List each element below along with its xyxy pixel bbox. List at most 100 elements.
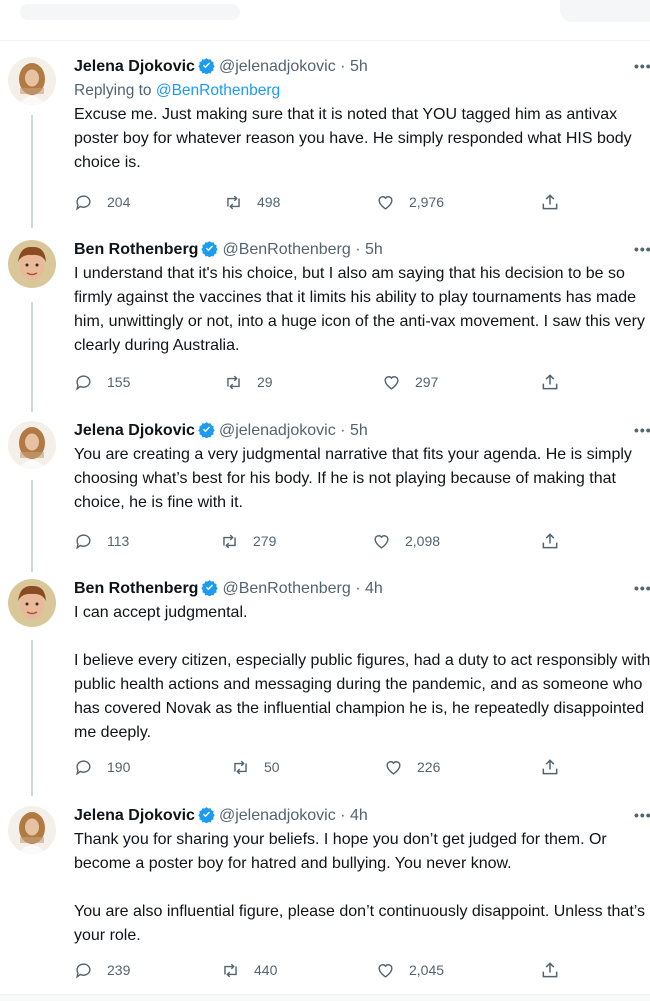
tweet-actions: 239 440 2,045 <box>74 960 574 980</box>
tweet-actions: 190 50 226 <box>74 757 574 777</box>
like-count: 2,976 <box>409 194 445 210</box>
retweet-button[interactable]: 498 <box>224 192 280 212</box>
timestamp[interactable]: 4h <box>365 580 383 597</box>
share-button[interactable] <box>540 960 560 980</box>
display-name[interactable]: Ben Rothenberg <box>74 241 198 258</box>
share-button[interactable] <box>540 531 560 551</box>
reply-button[interactable]: 204 <box>74 192 130 212</box>
tweet-text: I can accept judgmental. I believe every… <box>74 604 650 741</box>
share-button[interactable] <box>540 757 560 777</box>
like-button[interactable]: 2,976 <box>376 192 444 212</box>
retweet-icon <box>234 760 247 774</box>
tweet-actions: 204 498 2,976 <box>74 192 574 212</box>
timestamp[interactable]: 5h <box>365 241 383 258</box>
tweet-text: You are creating a very judgmental narra… <box>74 446 632 511</box>
verified-badge-icon <box>201 579 219 597</box>
retweet-count: 498 <box>257 194 281 210</box>
like-count: 226 <box>417 759 441 775</box>
reply-button[interactable]: 239 <box>74 960 130 980</box>
verified-badge-icon <box>198 421 215 439</box>
verified-badge-icon <box>201 240 219 258</box>
handle[interactable]: @jelenadjokovic <box>219 807 336 824</box>
avatar-ben[interactable] <box>8 240 56 288</box>
reply-button[interactable]: 113 <box>74 531 129 551</box>
thread-line <box>31 115 33 228</box>
like-button[interactable]: 2,045 <box>376 960 444 980</box>
reply-count: 204 <box>107 194 131 210</box>
tweet-header: Jelena Djokovic @jelenadjokovic · 5h <box>74 57 650 77</box>
reply-count: 155 <box>107 374 131 390</box>
separator-dot: · <box>340 422 346 439</box>
more-icon[interactable]: ••• <box>634 423 650 437</box>
like-count: 297 <box>415 374 439 390</box>
share-icon <box>542 194 558 210</box>
like-button[interactable]: 226 <box>384 757 440 777</box>
avatar-ben[interactable] <box>8 579 56 627</box>
blurred-header-corner <box>560 0 650 22</box>
replying-handle-link[interactable]: @BenRothenberg <box>156 82 280 99</box>
display-name[interactable]: Jelena Djokovic <box>74 58 195 75</box>
tweet-actions: 155 29 297 <box>74 372 574 392</box>
timestamp[interactable]: 5h <box>350 422 368 439</box>
more-icon[interactable]: ••• <box>634 808 650 822</box>
timestamp[interactable]: 5h <box>350 58 368 75</box>
like-icon <box>378 963 393 978</box>
avatar-jelena[interactable] <box>8 57 56 105</box>
thread-line <box>31 640 33 796</box>
handle[interactable]: @jelenadjokovic <box>219 58 336 75</box>
share-icon <box>542 374 558 390</box>
retweet-button[interactable]: 50 <box>231 757 280 777</box>
separator-dot: · <box>355 580 361 597</box>
avatar-jelena[interactable] <box>8 421 56 469</box>
retweet-button[interactable]: 29 <box>224 372 273 392</box>
avatar-jelena[interactable] <box>8 806 56 854</box>
timestamp[interactable]: 4h <box>350 807 368 824</box>
tweet-text: Excuse me. Just making sure that it is n… <box>74 106 632 171</box>
more-icon[interactable]: ••• <box>634 242 650 256</box>
display-name[interactable]: Jelena Djokovic <box>74 807 195 824</box>
tweet-header: Jelena Djokovic @jelenadjokovic · 4h <box>74 806 650 826</box>
reply-icon <box>76 194 91 211</box>
reply-button[interactable]: 155 <box>74 372 130 392</box>
share-button[interactable] <box>540 192 560 212</box>
thread-line <box>31 302 33 412</box>
like-icon <box>386 760 401 775</box>
retweet-icon <box>227 375 240 389</box>
like-icon <box>384 375 399 390</box>
display-name[interactable]: Jelena Djokovic <box>74 422 195 439</box>
tweet-text: Thank you for sharing your beliefs. I ho… <box>74 831 646 944</box>
like-button[interactable]: 2,098 <box>372 531 440 551</box>
tweet-header: Jelena Djokovic @jelenadjokovic · 5h <box>74 421 650 441</box>
retweet-button[interactable]: 440 <box>221 960 277 980</box>
handle[interactable]: @BenRothenberg <box>222 580 350 597</box>
verified-badge-icon <box>198 806 215 824</box>
display-name[interactable]: Ben Rothenberg <box>74 580 198 597</box>
like-button[interactable]: 297 <box>382 372 438 392</box>
more-icon[interactable]: ••• <box>634 581 650 595</box>
like-icon <box>374 534 389 549</box>
reply-button[interactable]: 190 <box>74 757 130 777</box>
retweet-count: 440 <box>254 962 278 978</box>
handle[interactable]: @jelenadjokovic <box>219 422 336 439</box>
handle[interactable]: @BenRothenberg <box>222 241 350 258</box>
retweet-count: 29 <box>257 374 273 390</box>
retweet-count: 50 <box>264 759 280 775</box>
more-icon[interactable]: ••• <box>634 59 650 73</box>
share-button[interactable] <box>540 372 560 392</box>
retweet-button[interactable]: 279 <box>220 531 276 551</box>
tweet-text: I understand that it's his choice, but I… <box>74 265 645 354</box>
reply-count: 190 <box>107 759 131 775</box>
tweet-actions: 113 279 2,098 <box>74 531 574 551</box>
reply-icon <box>76 533 91 550</box>
separator-dot: · <box>340 58 346 75</box>
separator-dot: · <box>355 241 361 258</box>
reply-count: 113 <box>107 533 130 549</box>
share-icon <box>542 533 558 549</box>
separator-dot: · <box>340 807 346 824</box>
like-icon <box>378 195 393 210</box>
tweet-header: Ben Rothenberg @BenRothenberg · 4h <box>74 579 650 599</box>
replying-to: Replying to @BenRothenberg <box>74 81 650 101</box>
top-bar <box>0 0 650 41</box>
tweet-header: Ben Rothenberg @BenRothenberg · 5h <box>74 240 650 260</box>
thread-line <box>31 480 33 572</box>
